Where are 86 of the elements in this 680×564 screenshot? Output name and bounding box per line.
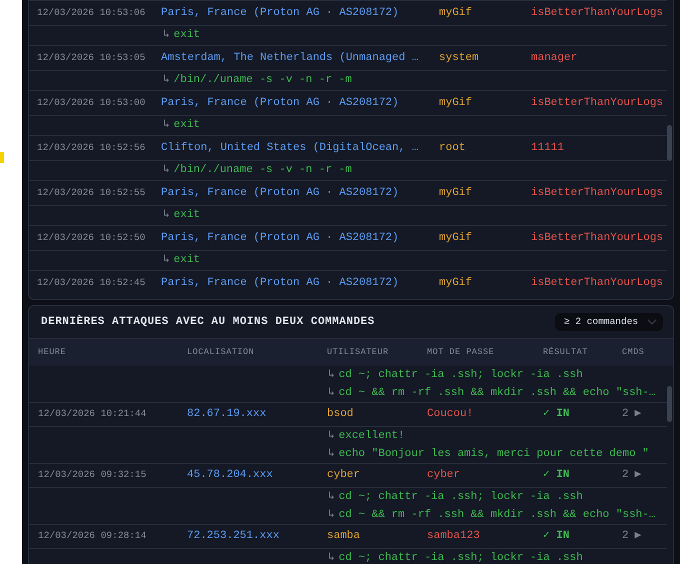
command-text: /bin/./uname -s -v -n -r -m [174,74,352,86]
timestamp: 12/03/2026 10:53:00 [37,96,146,108]
timestamp: 12/03/2026 10:53:06 [37,6,146,18]
reply-arrow: ↳ [163,254,170,266]
reply-arrow: ↳ [163,29,170,42]
timestamp: 12/03/2026 10:52:50 [37,232,146,243]
result-text: ✓ IN [543,408,570,420]
username-text: myGif [439,6,472,19]
command-text: cd ~ && rm -rf .ssh && mkdir .ssh && echo "ssh-… [338,386,656,399]
command-text: excellent! [338,430,405,442]
reply-arrow: ↳ [163,74,170,86]
ip-address: 45.78.204.xxx [187,469,273,482]
reply-arrow: ↳ [328,448,335,460]
password-text: 11111 [531,142,564,154]
column-header: MOT DE PASSE [427,347,494,358]
username-text: cyber [327,469,360,482]
location-text: Paris, France (Proton AG · AS208172) [161,232,399,244]
command-text: exit [174,209,200,222]
column-header: RÉSULTAT [543,347,588,358]
password-text: isBetterThanYourLogs [531,96,664,109]
command-text: exit [174,254,200,266]
scrollbar-thumb[interactable] [667,386,672,422]
timestamp: 12/03/2026 10:53:05 [37,52,146,63]
username-text: myGif [439,276,472,289]
timestamp: 12/03/2026 09:28:14 [38,530,146,542]
timestamp: 12/03/2026 09:32:15 [38,469,146,480]
username-text: root [439,142,466,154]
reply-arrow: ↳ [328,368,335,381]
location-text: Paris, France (Proton AG · AS208172) [161,96,399,109]
command-text: cd ~ && rm -rf .ssh && mkdir .ssh && echo "ssh-… [338,508,656,521]
location-text: Paris, France (Proton AG · AS208172) [161,276,399,289]
password-text: cyber [427,469,460,482]
username-text: samba [327,530,360,542]
username-text: myGif [439,96,472,109]
column-header: LOCALISATION [187,347,254,358]
command-count: 2 [622,408,629,420]
username-text: system [439,52,479,64]
command-text: cd ~; chattr -ia .ssh; lockr -ia .ssh [338,368,583,381]
username-text: bsod [327,408,354,420]
expand-toggle[interactable]: ▶ [634,469,642,482]
reply-arrow: ↳ [328,386,335,399]
command-text: cd ~; chattr -ia .ssh; lockr -ia .ssh [338,490,583,503]
command-text: cd ~; chattr -ia .ssh; lockr -ia .ssh [338,552,583,564]
command-text: echo "Bonjour les amis, merci pour cette demo " [338,448,649,460]
reply-arrow: ↳ [328,430,335,442]
marker-bar [0,152,4,163]
timestamp: 12/03/2026 10:21:44 [38,408,146,420]
column-header: HEURE [38,347,66,358]
command-filter-select[interactable]: ≥ 2 commandes [555,313,663,331]
reply-arrow: ↳ [328,552,335,564]
username-text: myGif [439,186,472,199]
command-text: /bin/./uname -s -v -n -r -m [174,164,352,176]
panel-title: DERNIÈRES ATTAQUES AVEC AU MOINS DEUX COMMANDES [41,314,375,330]
column-header: UTILISATEUR [327,347,389,358]
password-text: manager [531,52,578,64]
timestamp: 12/03/2026 10:52:45 [37,276,146,288]
reply-arrow: ↳ [163,209,170,222]
expand-toggle[interactable]: ▶ [634,408,642,420]
location-text: Amsterdam, The Netherlands (Unmanaged … [161,52,418,64]
password-text: isBetterThanYourLogs [531,186,664,199]
column-header: CMDS [622,347,644,358]
timestamp: 12/03/2026 10:52:56 [37,142,146,153]
command-count: 2 [622,530,629,542]
reply-arrow: ↳ [163,164,170,176]
ip-address: 72.253.251.xxx [187,530,280,542]
password-text: isBetterThanYourLogs [531,232,664,244]
timestamp: 12/03/2026 10:52:55 [37,186,146,198]
scrollbar-thumb[interactable] [667,125,672,161]
password-text: Coucou! [427,408,474,420]
result-text: ✓ IN [543,469,570,482]
password-text: isBetterThanYourLogs [531,6,664,19]
command-text: exit [174,119,200,132]
reply-arrow: ↳ [328,508,335,521]
expand-toggle[interactable]: ▶ [634,530,642,542]
location-text: Paris, France (Proton AG · AS208172) [161,186,399,199]
username-text: myGif [439,232,472,244]
ip-address: 82.67.19.xxx [187,408,266,420]
reply-arrow: ↳ [328,490,335,503]
command-count: 2 [622,469,629,482]
password-text: samba123 [427,530,480,542]
reply-arrow: ↳ [163,119,170,132]
location-text: Clifton, United States (DigitalOcean, … [161,142,418,154]
command-text: exit [174,29,200,42]
password-text: isBetterThanYourLogs [531,276,664,289]
result-text: ✓ IN [543,530,570,542]
location-text: Paris, France (Proton AG · AS208172) [161,6,399,19]
